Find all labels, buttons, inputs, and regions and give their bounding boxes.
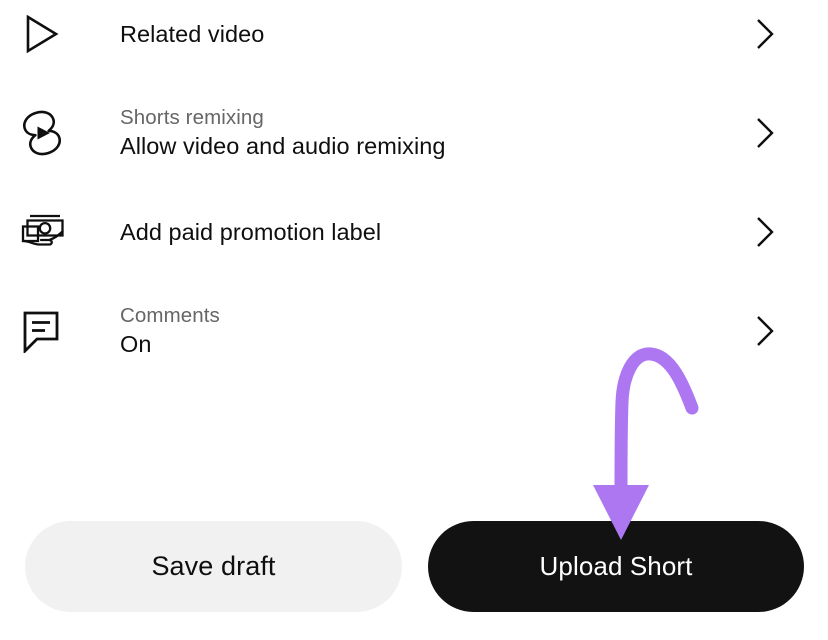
save-draft-button[interactable]: Save draft bbox=[25, 521, 402, 612]
chevron-right-icon[interactable] bbox=[754, 314, 828, 348]
settings-row-shorts-remixing[interactable]: Shorts remixing Allow video and audio re… bbox=[0, 88, 828, 178]
chevron-right-icon[interactable] bbox=[754, 17, 828, 51]
settings-row-title: Allow video and audio remixing bbox=[120, 133, 446, 159]
screen-root: Related video Shorts remixing Allow vide… bbox=[0, 0, 828, 640]
paid-promotion-icon bbox=[0, 210, 84, 254]
settings-row-title: Related video bbox=[120, 20, 265, 47]
settings-row-body: Related video bbox=[84, 19, 754, 50]
comment-bubble-icon bbox=[0, 309, 84, 353]
upload-short-button[interactable]: Upload Short bbox=[428, 521, 804, 612]
settings-row-body: Add paid promotion label bbox=[84, 217, 754, 248]
settings-row-title: On bbox=[120, 331, 152, 357]
settings-row-related-video[interactable]: Related video bbox=[0, 4, 828, 64]
settings-row-sublabel: Comments bbox=[120, 304, 220, 327]
settings-row-sublabel: Shorts remixing bbox=[120, 106, 264, 129]
settings-row-comments[interactable]: Comments On bbox=[0, 286, 828, 376]
chevron-right-icon[interactable] bbox=[754, 116, 828, 150]
play-triangle-icon bbox=[0, 14, 84, 54]
settings-row-body: Shorts remixing Allow video and audio re… bbox=[84, 104, 754, 162]
settings-row-title: Add paid promotion label bbox=[120, 218, 382, 245]
shorts-icon bbox=[0, 108, 84, 158]
chevron-right-icon[interactable] bbox=[754, 215, 828, 249]
settings-row-paid-promotion[interactable]: Add paid promotion label bbox=[0, 202, 828, 262]
settings-row-body: Comments On bbox=[84, 302, 754, 360]
